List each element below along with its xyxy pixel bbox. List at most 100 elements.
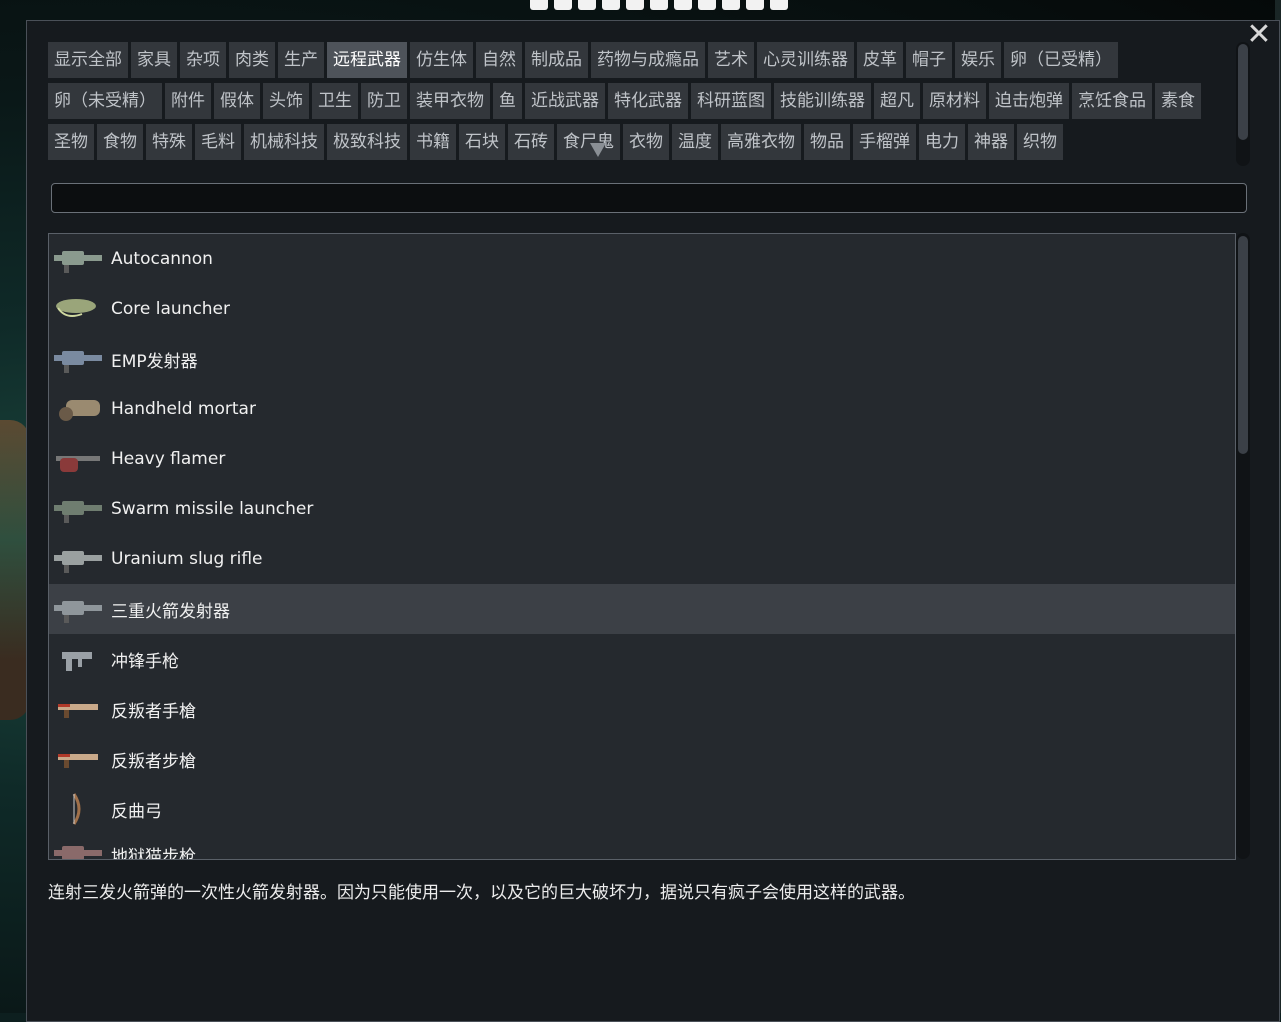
category-tab[interactable]: 卵（已受精）	[1004, 42, 1118, 78]
item-list: Autocannon Core launcher EMP发射器 Handheld mo…	[48, 233, 1236, 860]
rebel-pistol-icon	[49, 689, 107, 729]
list-item-label: 反叛者手槍	[111, 701, 196, 722]
category-tab[interactable]: 石块	[459, 124, 505, 160]
list-item[interactable]: Uranium slug rifle	[49, 534, 1235, 584]
scrollbar-thumb[interactable]	[1238, 44, 1248, 140]
category-tab[interactable]: 原材料	[923, 83, 986, 119]
category-tab[interactable]: 艺术	[708, 42, 754, 78]
list-item[interactable]: 反叛者手槍	[49, 684, 1235, 734]
category-tab[interactable]: 高雅衣物	[721, 124, 801, 160]
category-tab[interactable]: 衣物	[623, 124, 669, 160]
list-item[interactable]: Core launcher	[49, 284, 1235, 334]
list-item-label: Uranium slug rifle	[111, 549, 263, 569]
machine-pistol-icon	[49, 639, 107, 679]
category-tab[interactable]: 防卫	[361, 83, 407, 119]
category-tab[interactable]: 毛料	[195, 124, 241, 160]
handheld-mortar-icon	[49, 389, 107, 429]
core-launcher-icon	[49, 289, 107, 329]
top-toolbar-icons	[530, 0, 788, 10]
toolbar-icon	[602, 0, 620, 10]
category-tab[interactable]: 附件	[165, 83, 211, 119]
category-tab[interactable]: 卫生	[312, 83, 358, 119]
list-item-label: 反叛者步槍	[111, 751, 196, 772]
category-tab[interactable]: 显示全部	[48, 42, 128, 78]
category-tab[interactable]: 石砖	[508, 124, 554, 160]
list-item-label: Heavy flamer	[111, 449, 226, 469]
emp-launcher-icon	[49, 339, 107, 379]
category-tab[interactable]: 神器	[968, 124, 1014, 160]
category-tab[interactable]: 温度	[672, 124, 718, 160]
category-tab[interactable]: 迫击炮弹	[989, 83, 1069, 119]
category-tab[interactable]: 特殊	[146, 124, 192, 160]
category-tab[interactable]: 药物与成瘾品	[591, 42, 705, 78]
category-tab[interactable]: 电力	[919, 124, 965, 160]
category-tab[interactable]: 头饰	[263, 83, 309, 119]
category-tab[interactable]: 超凡	[874, 83, 920, 119]
toolbar-icon	[698, 0, 716, 10]
toolbar-icon	[578, 0, 596, 10]
list-item-label: EMP发射器	[111, 351, 198, 372]
list-item[interactable]: Autocannon	[49, 234, 1235, 284]
toolbar-icon	[770, 0, 788, 10]
search-input[interactable]	[51, 183, 1247, 213]
category-tab[interactable]: 物品	[804, 124, 850, 160]
category-tab[interactable]: 食尸鬼	[557, 124, 620, 160]
category-tab[interactable]: 鱼	[493, 83, 522, 119]
toolbar-icon	[746, 0, 764, 10]
list-item-label: Handheld mortar	[111, 399, 256, 419]
category-tab[interactable]: 圣物	[48, 124, 94, 160]
toolbar-icon	[674, 0, 692, 10]
category-tab[interactable]: 装甲衣物	[410, 83, 490, 119]
category-tab[interactable]: 帽子	[906, 42, 952, 78]
recurve-bow-icon	[49, 789, 107, 829]
category-tab[interactable]: 科研蓝图	[691, 83, 771, 119]
category-tab[interactable]: 生产	[278, 42, 324, 78]
category-tab[interactable]: 肉类	[229, 42, 275, 78]
category-tab[interactable]: 织物	[1017, 124, 1063, 160]
category-tab[interactable]: 心灵训练器	[757, 42, 854, 78]
swarm-missile-launcher-icon	[49, 489, 107, 529]
category-tab[interactable]: 自然	[476, 42, 522, 78]
category-tab[interactable]: 假体	[214, 83, 260, 119]
tabs-overflow-icon[interactable]	[590, 143, 606, 157]
list-item[interactable]: 反叛者步槍	[49, 734, 1235, 784]
toolbar-icon	[722, 0, 740, 10]
category-tab[interactable]: 食物	[97, 124, 143, 160]
category-tab[interactable]: 杂项	[180, 42, 226, 78]
category-tab[interactable]: 极致科技	[327, 124, 407, 160]
category-tab[interactable]: 卵（未受精）	[48, 83, 162, 119]
list-item-label: Swarm missile launcher	[111, 499, 314, 519]
list-item-label: Core launcher	[111, 299, 231, 319]
toolbar-icon	[554, 0, 572, 10]
rebel-rifle-icon	[49, 739, 107, 779]
category-tab[interactable]: 技能训练器	[774, 83, 871, 119]
list-item[interactable]: EMP发射器	[49, 334, 1235, 384]
toolbar-icon	[626, 0, 644, 10]
category-tab[interactable]: 手榴弹	[853, 124, 916, 160]
item-list-scrollbar[interactable]	[1236, 233, 1250, 859]
list-item[interactable]: 反曲弓	[49, 784, 1235, 834]
category-tab[interactable]: 家具	[131, 42, 177, 78]
list-item-label: 三重火箭发射器	[111, 601, 230, 622]
category-tab[interactable]: 娱乐	[955, 42, 1001, 78]
list-item-label: 反曲弓	[111, 801, 162, 822]
category-tab[interactable]: 特化武器	[608, 83, 688, 119]
scrollbar-thumb[interactable]	[1238, 236, 1248, 454]
category-tab[interactable]: 机械科技	[244, 124, 324, 160]
category-tab[interactable]: 制成品	[525, 42, 588, 78]
category-tab[interactable]: 书籍	[410, 124, 456, 160]
category-tab[interactable]: 烹饪食品	[1072, 83, 1152, 119]
list-item[interactable]: 冲锋手枪	[49, 634, 1235, 684]
category-tab[interactable]: 近战武器	[525, 83, 605, 119]
category-tab[interactable]: 皮革	[857, 42, 903, 78]
category-tab[interactable]: 仿生体	[410, 42, 473, 78]
hellcat-rifle-icon	[49, 834, 107, 859]
list-item[interactable]: 地狱猫步枪	[49, 834, 1235, 859]
list-item[interactable]: 三重火箭发射器	[49, 584, 1235, 634]
category-tab[interactable]: 素食	[1155, 83, 1201, 119]
category-tab[interactable]: 远程武器	[327, 42, 407, 78]
category-scrollbar[interactable]	[1236, 42, 1250, 166]
list-item[interactable]: Heavy flamer	[49, 434, 1235, 484]
list-item[interactable]: Swarm missile launcher	[49, 484, 1235, 534]
list-item[interactable]: Handheld mortar	[49, 384, 1235, 434]
